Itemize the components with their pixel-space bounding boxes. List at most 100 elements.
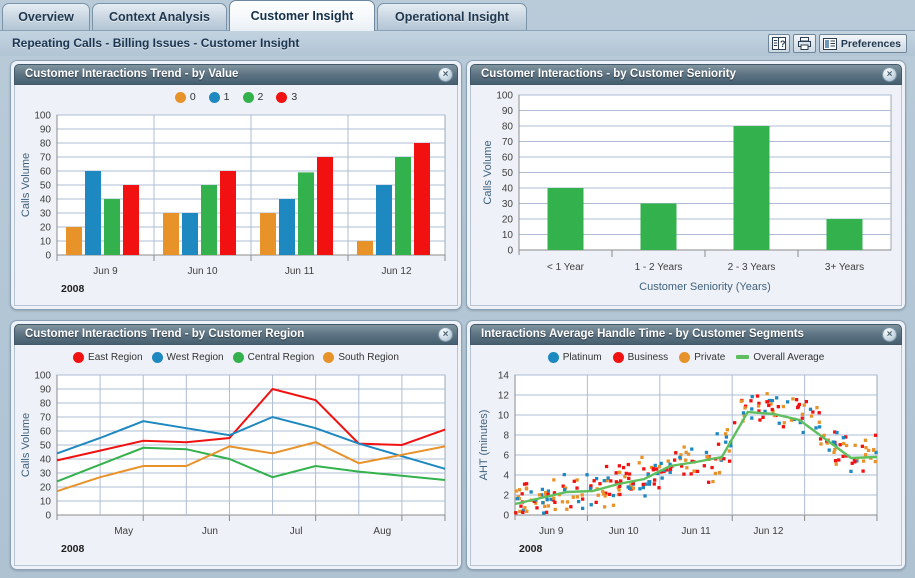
- breadcrumb: Repeating Calls - Billing Issues - Custo…: [12, 36, 300, 50]
- svg-text:8: 8: [503, 431, 509, 442]
- legend-item[interactable]: Private: [679, 351, 725, 363]
- svg-text:14: 14: [498, 371, 510, 382]
- legend-item[interactable]: 2: [242, 91, 263, 103]
- close-glyph: ×: [886, 328, 893, 340]
- panel-body: 0 1 2 3 0 10 20 30 40 50 60 70 80 90 100 Calls Volu…: [14, 85, 458, 306]
- svg-text:80: 80: [40, 399, 52, 410]
- legend-item[interactable]: South Region: [323, 351, 399, 363]
- svg-text:40: 40: [40, 195, 52, 206]
- panel-titlebar: Customer Interactions Trend - by Value ×: [14, 64, 458, 85]
- svg-text:70: 70: [40, 413, 52, 424]
- close-icon[interactable]: ×: [438, 327, 453, 342]
- svg-text:90: 90: [40, 385, 52, 396]
- svg-text:20: 20: [40, 223, 52, 234]
- svg-text:10: 10: [40, 497, 52, 508]
- legend-label: 1: [223, 91, 230, 103]
- svg-text:2008: 2008: [519, 543, 543, 555]
- svg-text:90: 90: [40, 125, 52, 136]
- legend-swatch-icon: [679, 351, 691, 363]
- svg-text:100: 100: [496, 91, 513, 102]
- svg-text:70: 70: [40, 153, 52, 164]
- panel-title: Customer Interactions - by Customer Seni…: [481, 68, 736, 80]
- svg-text:2: 2: [503, 491, 509, 502]
- legend-item[interactable]: Central Region: [232, 351, 314, 363]
- help-button[interactable]: ?: [767, 34, 790, 53]
- legend-item[interactable]: 1: [208, 91, 230, 103]
- close-icon[interactable]: ×: [882, 327, 897, 342]
- close-icon[interactable]: ×: [438, 67, 453, 82]
- legend-item[interactable]: 3: [276, 91, 297, 103]
- svg-text:30: 30: [40, 209, 52, 220]
- svg-text:20: 20: [40, 483, 52, 494]
- svg-text:Jun 10: Jun 10: [609, 526, 639, 537]
- panel-title: Interactions Average Handle Time - by Cu…: [481, 328, 804, 340]
- svg-text:2 - 3 Years: 2 - 3 Years: [728, 262, 776, 273]
- panel-body: East Region West Region Central Region S…: [14, 345, 458, 566]
- legend-swatch-icon: [242, 91, 254, 103]
- toolbar: ? Preferences: [767, 34, 907, 53]
- tab-customer-insight[interactable]: Customer Insight: [229, 0, 375, 31]
- svg-text:Jun 11: Jun 11: [285, 266, 315, 277]
- svg-text:3+ Years: 3+ Years: [825, 262, 864, 273]
- legend-item[interactable]: East Region: [73, 351, 143, 363]
- preferences-button[interactable]: Preferences: [818, 34, 907, 53]
- chart-legend: East Region West Region Central Region S…: [15, 345, 457, 367]
- legend-item[interactable]: Platinum: [547, 351, 602, 363]
- legend-item[interactable]: Overall Average: [736, 352, 824, 363]
- panel-titlebar: Customer Interactions Trend - by Custome…: [14, 324, 458, 345]
- panel-title: Customer Interactions Trend - by Value: [25, 68, 239, 80]
- svg-text:0: 0: [45, 251, 51, 262]
- svg-text:10: 10: [502, 230, 514, 241]
- svg-text:Jun 9: Jun 9: [539, 526, 564, 537]
- svg-text:?: ?: [780, 39, 786, 49]
- legend-label: Overall Average: [753, 351, 825, 363]
- svg-text:Customer Seniority (Years): Customer Seniority (Years): [639, 281, 771, 293]
- tab-overview[interactable]: Overview: [2, 3, 90, 30]
- close-icon[interactable]: ×: [882, 67, 897, 82]
- legend-label: West Region: [166, 351, 224, 363]
- tab-operational-insight[interactable]: Operational Insight: [377, 3, 527, 30]
- dashboard-root: Overview Context Analysis Customer Insig…: [0, 0, 915, 578]
- svg-text:6: 6: [503, 451, 509, 462]
- svg-text:Calls Volume: Calls Volume: [482, 140, 494, 204]
- svg-text:Jun 12: Jun 12: [381, 266, 411, 277]
- print-button[interactable]: [792, 34, 816, 53]
- svg-text:50: 50: [40, 181, 52, 192]
- svg-text:90: 90: [502, 106, 514, 117]
- legend-label: 0: [189, 91, 196, 103]
- tab-bar: Overview Context Analysis Customer Insig…: [0, 0, 915, 31]
- close-glyph: ×: [886, 68, 893, 80]
- panel-aht-by-segments: Interactions Average Handle Time - by Cu…: [466, 320, 906, 570]
- svg-text:1 - 2 Years: 1 - 2 Years: [635, 262, 683, 273]
- svg-text:0: 0: [45, 511, 51, 522]
- legend-label: Platinum: [562, 351, 602, 363]
- svg-text:Calls Volume: Calls Volume: [20, 153, 32, 217]
- panel-body: Platinum Business Private Overall Averag…: [470, 345, 902, 566]
- legend-item[interactable]: 0: [174, 91, 196, 103]
- svg-text:40: 40: [40, 455, 52, 466]
- legend-item[interactable]: West Region: [151, 351, 224, 363]
- chart-legend: 0 1 2 3: [15, 85, 457, 107]
- legend-swatch-icon: [151, 351, 163, 363]
- close-glyph: ×: [442, 68, 449, 80]
- help-book-icon: ?: [771, 37, 786, 50]
- panel-interactions-by-value: Customer Interactions Trend - by Value ×…: [10, 60, 462, 310]
- legend-label: 3: [291, 91, 298, 103]
- legend-swatch-icon: [323, 351, 335, 363]
- tab-label: Overview: [18, 10, 74, 24]
- svg-text:Jun 9: Jun 9: [93, 266, 118, 277]
- legend-item[interactable]: Business: [612, 351, 668, 363]
- svg-text:10: 10: [498, 411, 510, 422]
- svg-text:Jun 10: Jun 10: [187, 266, 217, 277]
- panel-interactions-by-seniority: Customer Interactions - by Customer Seni…: [466, 60, 906, 310]
- bar-chart-by-value: 0 10 20 30 40 50 60 70 80 90 100 Calls Volume Jun 9 J…: [15, 107, 457, 305]
- svg-text:12: 12: [498, 391, 510, 402]
- bar-chart-by-seniority: 0 10 20 30 40 50 60 70 80 90 100 Calls Volume < 1 Ye…: [471, 87, 901, 305]
- svg-text:0: 0: [503, 511, 509, 522]
- svg-text:70: 70: [502, 137, 514, 148]
- svg-text:80: 80: [40, 139, 52, 150]
- svg-text:Aug: Aug: [373, 526, 391, 537]
- svg-text:20: 20: [502, 215, 514, 226]
- legend-swatch-icon: [276, 91, 288, 103]
- tab-context-analysis[interactable]: Context Analysis: [92, 3, 227, 30]
